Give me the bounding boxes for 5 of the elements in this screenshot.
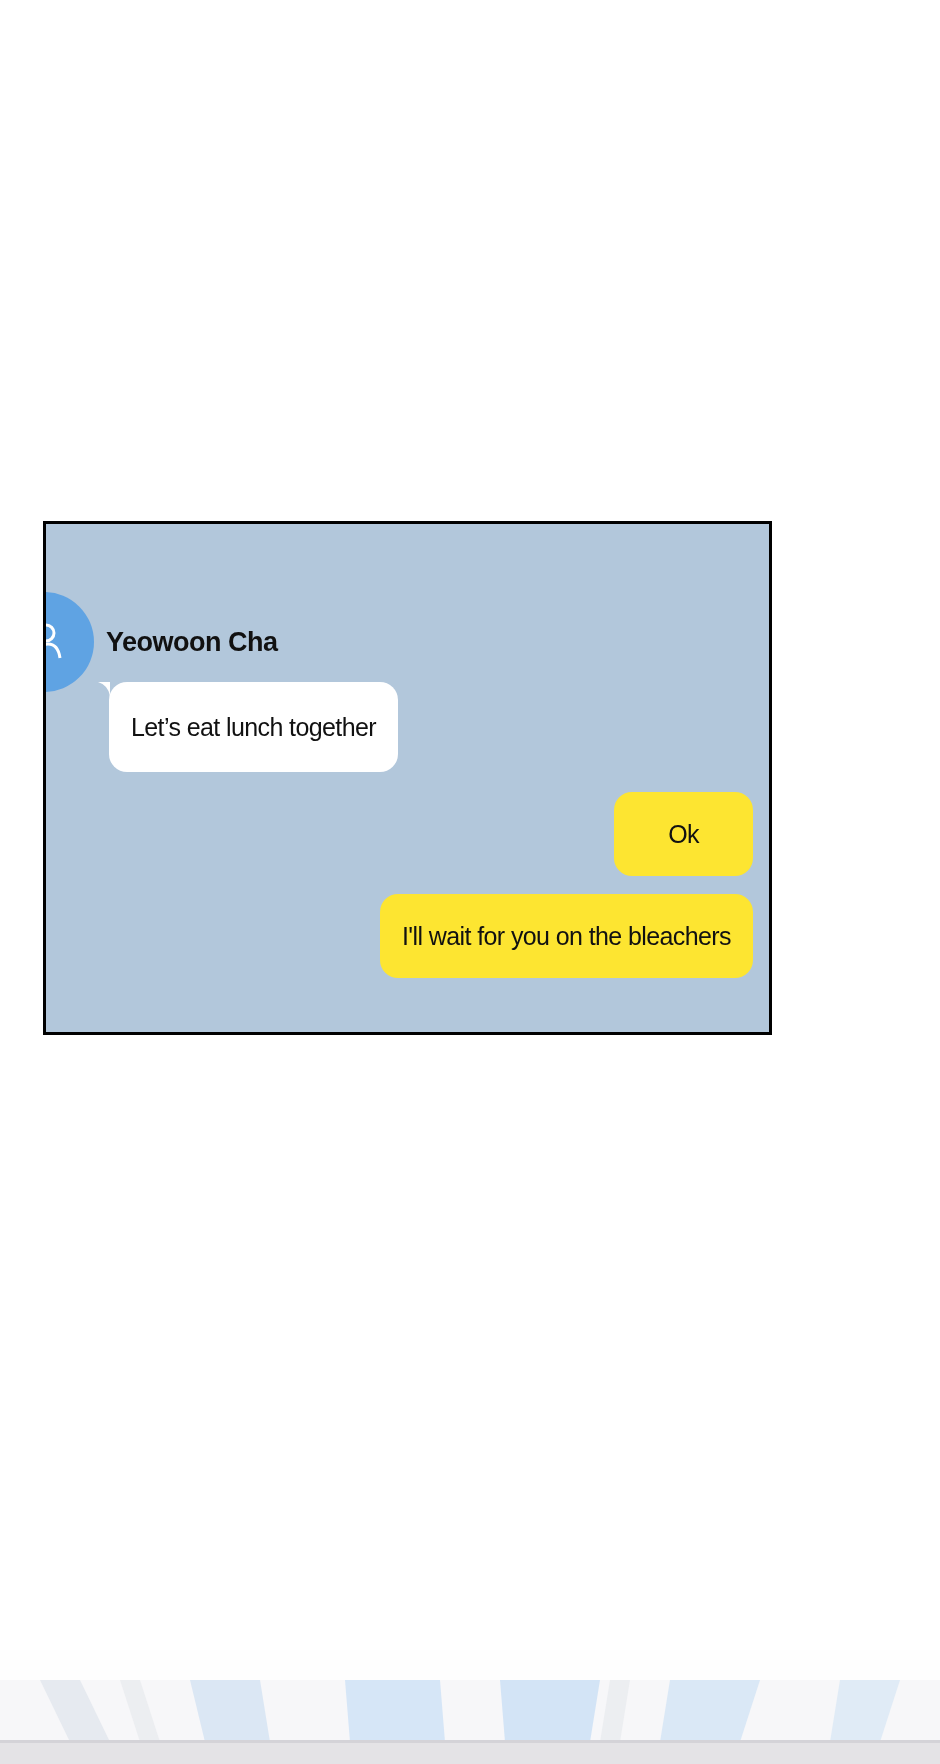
- contact-name: Yeowoon Cha: [106, 626, 278, 658]
- message-bubble: I'll wait for you on the bleachers: [380, 894, 753, 978]
- message-bubble: Ok: [614, 792, 753, 876]
- message-bubble: Let’s eat lunch together: [109, 682, 399, 772]
- speech-tail: [98, 682, 110, 696]
